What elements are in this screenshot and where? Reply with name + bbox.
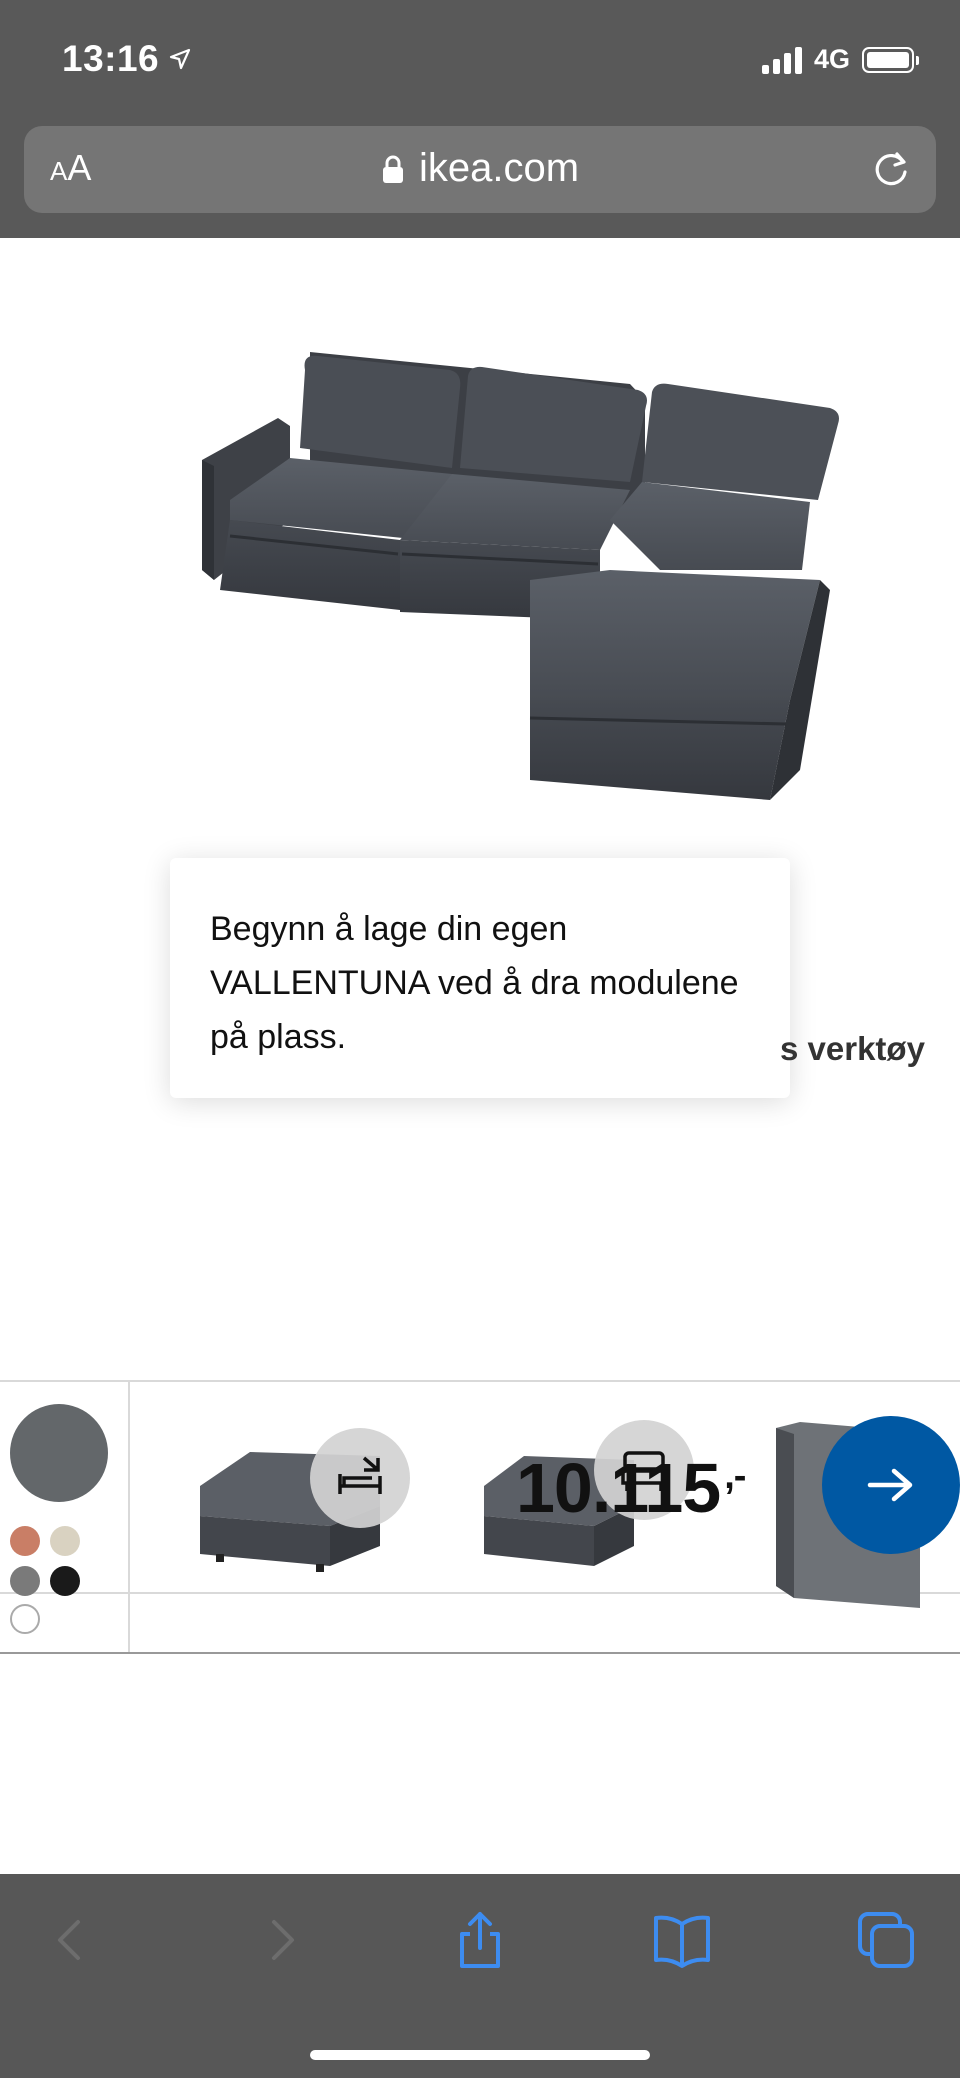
price-suffix: ,- [724,1455,746,1497]
module-strip: 10.115 ,- [0,1380,960,1654]
tools-label[interactable]: s verktøy [780,1030,925,1068]
sofa-illustration [202,352,839,800]
lock-icon [382,155,403,183]
next-step-button[interactable] [822,1416,960,1554]
url-display[interactable]: ikea.com [24,146,936,191]
back-icon[interactable] [42,1910,102,1970]
onboarding-tooltip[interactable]: Begynn å lage din egen VALLENTUNA ved å … [170,858,790,1098]
share-icon[interactable] [450,1910,510,1970]
status-indicators: 4G [761,44,919,75]
color-swatch-white[interactable] [10,1604,40,1634]
browser-top-chrome: 13:16 4G AA ikea.com [0,0,960,238]
color-swatch-rust[interactable] [10,1526,40,1556]
battery-icon [862,46,919,73]
arrow-right-icon [867,1468,913,1502]
color-swatch-beige[interactable] [50,1526,80,1556]
price-value: 10.115 [516,1449,721,1527]
status-time-label: 13:16 [62,38,160,79]
strip-divider [128,1382,130,1652]
bookmarks-icon[interactable] [652,1910,712,1970]
network-type: 4G [813,44,850,74]
browser-toolbar [0,1874,960,2078]
location-arrow-icon [170,48,191,70]
color-swatch-grey[interactable] [10,1566,40,1596]
forward-icon[interactable] [250,1910,310,1970]
address-bar[interactable]: AA ikea.com [24,126,936,213]
total-price: 10.115 ,- [516,1448,746,1528]
home-indicator[interactable] [310,2050,650,2060]
cellular-signal-icon [761,46,802,74]
tabs-icon[interactable] [856,1910,916,1970]
sofa-bed-icon [310,1428,410,1528]
color-swatch-black[interactable] [50,1566,80,1596]
sofa-3d-preview[interactable] [190,340,860,830]
status-time: 13:16 [62,38,191,80]
tooltip-text: Begynn å lage din egen VALLENTUNA ved å … [210,910,739,1056]
reload-icon[interactable] [868,146,914,192]
selected-color-swatch[interactable] [10,1404,108,1502]
url-text: ikea.com [418,146,580,190]
